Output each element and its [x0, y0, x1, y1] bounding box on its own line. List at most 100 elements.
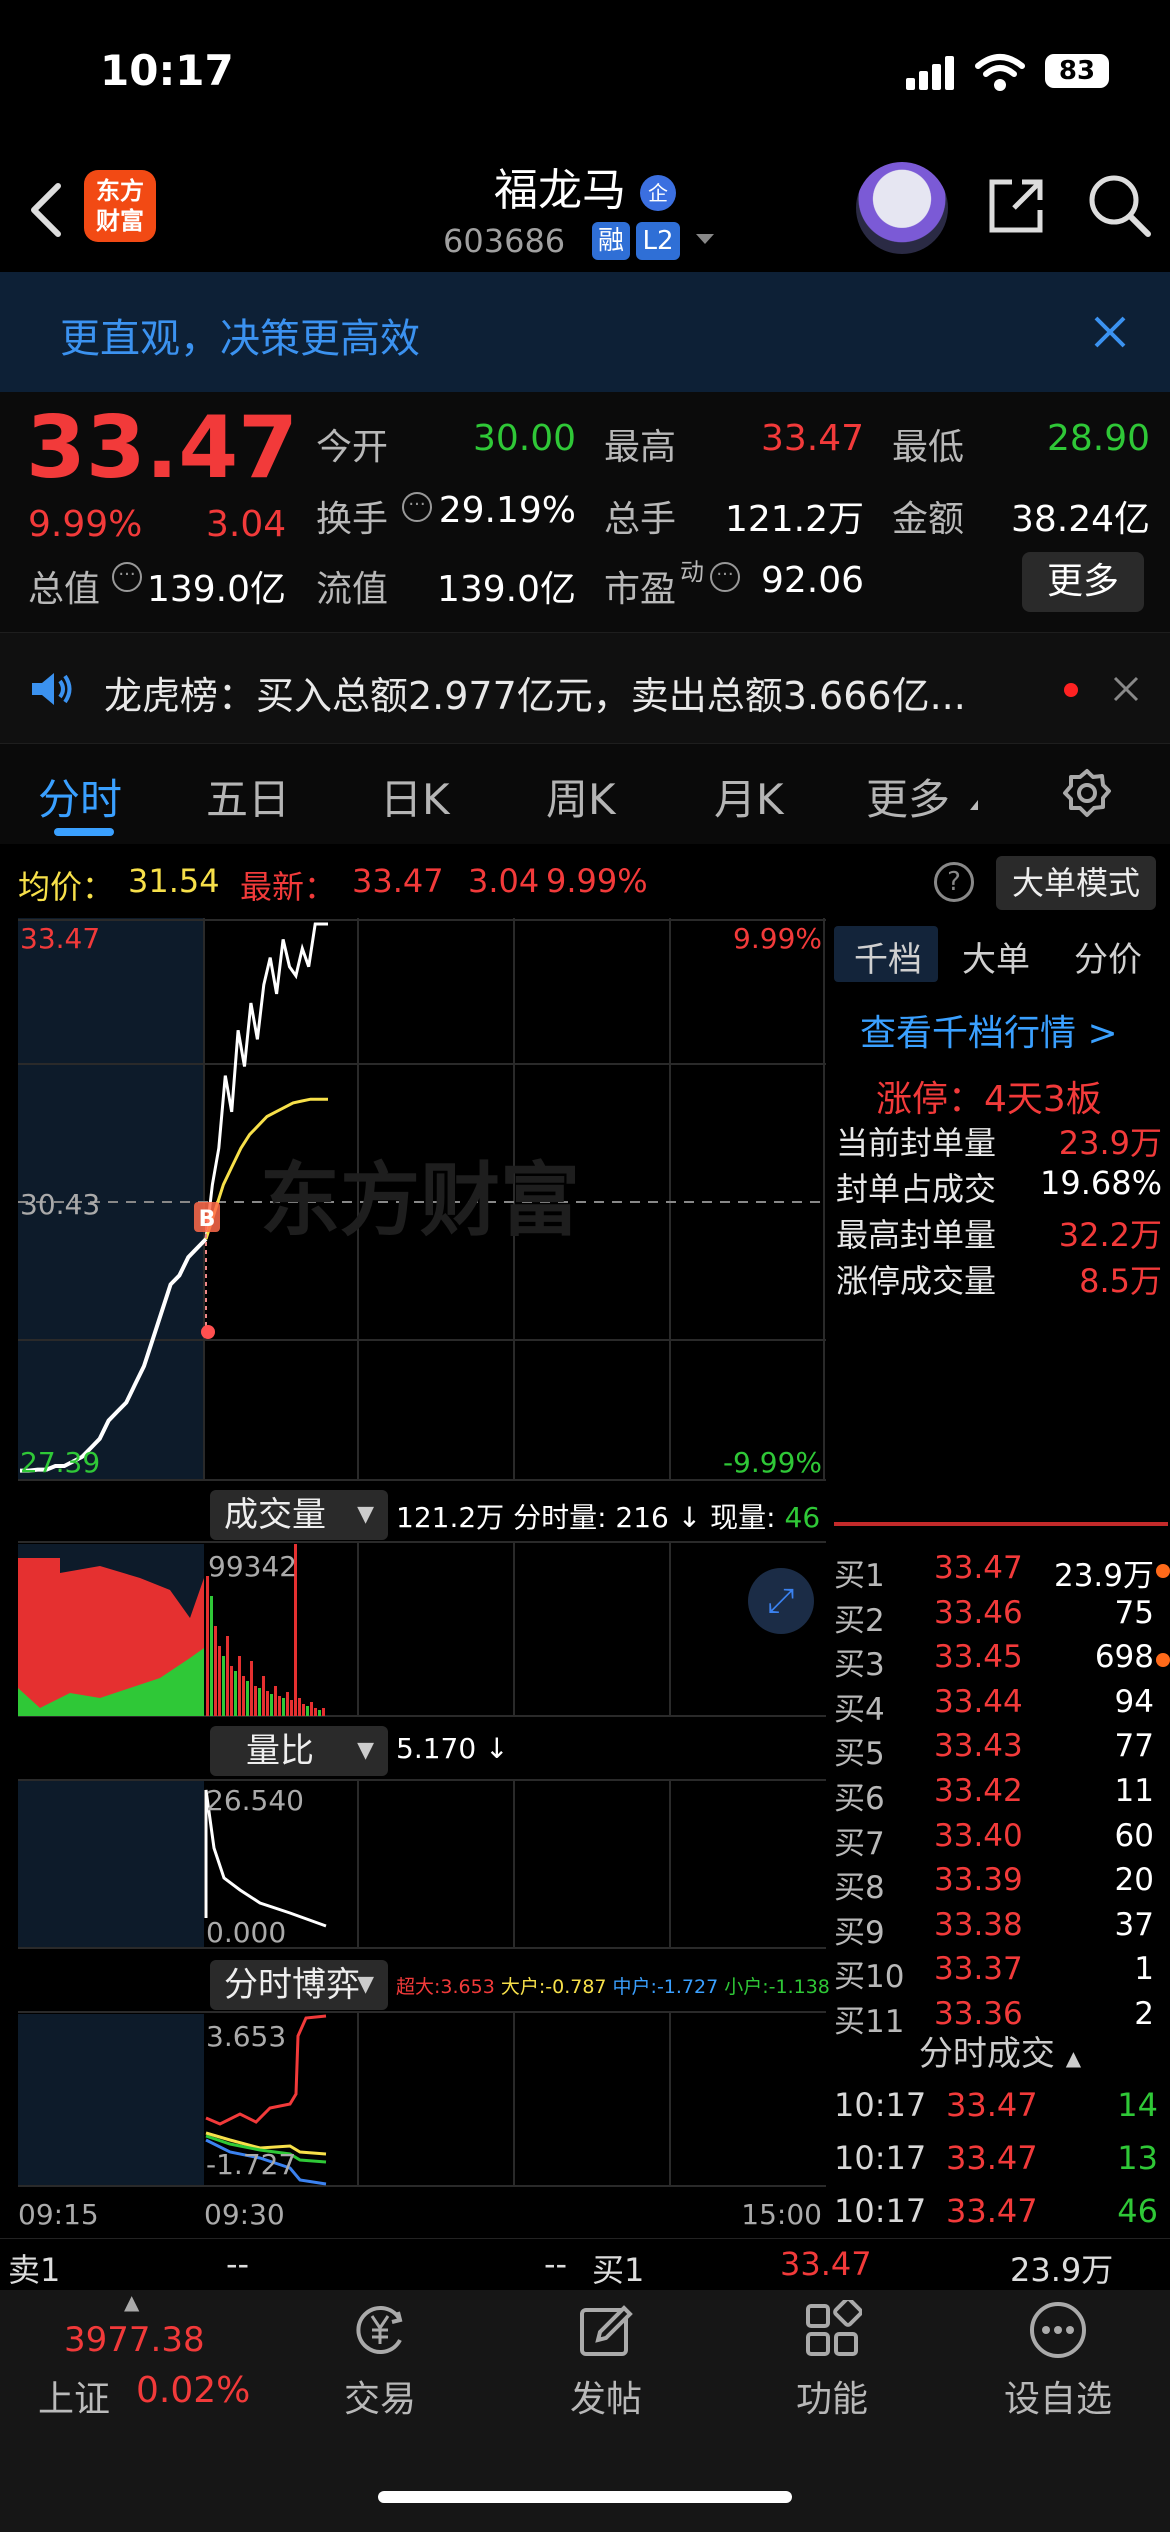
- stat-label: 封单占成交: [836, 1170, 997, 1208]
- close-icon[interactable]: [1112, 675, 1140, 703]
- battery-indicator: 83: [1045, 54, 1109, 88]
- amount-label: 金额: [892, 499, 965, 540]
- promo-banner[interactable]: 更直观，决策更高效: [0, 272, 1170, 392]
- bid-row[interactable]: 买7 33.40 60: [834, 1818, 1166, 1862]
- amount-value: 38.24亿: [1010, 499, 1150, 540]
- index-name: 上证: [38, 2379, 111, 2420]
- high-label: 最高: [604, 427, 677, 468]
- volume-bar: [230, 1666, 233, 1716]
- chevron-down-icon: ▼: [357, 1972, 374, 1997]
- volume-bar: [314, 1708, 317, 1716]
- tab-daily-k[interactable]: 日K: [380, 766, 450, 827]
- buy1-price: 33.47: [780, 2245, 872, 2283]
- expand-icon[interactable]: ⤢: [748, 1568, 814, 1634]
- more-button[interactable]: 更多: [1022, 552, 1144, 612]
- ratio-min-label: 0.000: [206, 1916, 286, 1949]
- low-value: 28.90: [1046, 418, 1150, 459]
- stat-value: 23.9万: [1058, 1124, 1162, 1162]
- bid-row[interactable]: 买5 33.43 77: [834, 1728, 1166, 1772]
- tab-price-distribution[interactable]: 分价: [1074, 932, 1142, 981]
- bid-row[interactable]: 买3 33.45 698: [834, 1639, 1170, 1683]
- close-icon[interactable]: [1092, 314, 1128, 350]
- bid-row[interactable]: 买1 33.47 23.9万: [834, 1550, 1170, 1594]
- view-levels-link[interactable]: 查看千档行情 >: [860, 1004, 1118, 1056]
- stat-value: 19.68%: [1039, 1164, 1162, 1202]
- chevron-up-icon: ▲: [124, 2290, 140, 2314]
- help-icon[interactable]: ?: [934, 862, 974, 902]
- bid-row[interactable]: 买8 33.39 20: [834, 1862, 1166, 1906]
- bid-price: 33.39: [934, 1862, 1023, 1899]
- info-icon[interactable]: ···: [112, 562, 142, 592]
- stock-name: 福龙马: [494, 165, 626, 216]
- stock-code: 603686: [443, 222, 566, 260]
- index-ticker[interactable]: ▲ 3977.38 上证 0.02%: [20, 2290, 260, 2450]
- trade-price: 33.47: [946, 2139, 1038, 2177]
- bid-row[interactable]: 买2 33.46 75: [834, 1595, 1166, 1639]
- volume-ratio-select[interactable]: 量比 ▼: [210, 1726, 388, 1776]
- volume-bar: [270, 1694, 273, 1716]
- chevron-down-icon[interactable]: [696, 234, 714, 244]
- sell1-volume: --: [544, 2245, 568, 2283]
- status-time: 10:17: [100, 46, 234, 95]
- bid-row[interactable]: 买9 33.38 37: [834, 1907, 1166, 1951]
- turnover-value: 29.19%: [438, 490, 576, 531]
- tab-monthly-k[interactable]: 月K: [714, 766, 784, 827]
- notice-bar[interactable]: 龙虎榜：买入总额2.977亿元，卖出总额3.666亿...: [0, 632, 1170, 744]
- info-icon[interactable]: ···: [710, 562, 740, 592]
- volume-max-label: 99342: [208, 1550, 297, 1583]
- tab-five-day[interactable]: 五日: [206, 766, 290, 827]
- level2-tag: L2: [636, 222, 680, 260]
- x-tick-start: 09:15: [18, 2198, 99, 2231]
- bid-label: 买6: [834, 1781, 885, 1817]
- share-icon[interactable]: [984, 174, 1048, 238]
- gear-icon[interactable]: [1062, 768, 1112, 818]
- y-min-label: 27.39: [20, 1446, 100, 1479]
- volume-bar: [322, 1708, 325, 1716]
- info-icon[interactable]: ···: [402, 492, 432, 522]
- stat-row: 封单占成交 19.68%: [836, 1164, 1162, 1210]
- volume-bar: [206, 1576, 209, 1716]
- trades-header[interactable]: 分时成交 ▲: [834, 2026, 1166, 2075]
- trade-volume: 13: [1117, 2139, 1158, 2177]
- tab-intraday[interactable]: 分时: [38, 766, 122, 827]
- order-dot: [1156, 1653, 1170, 1668]
- intraday-chart[interactable]: 东方财富 B 33.47 30.43 27.39 9.99% -9.99% 99…: [0, 918, 826, 2238]
- bid-row[interactable]: 买4 33.44 94: [834, 1684, 1166, 1728]
- bid-price: 33.43: [934, 1728, 1023, 1765]
- volume-bar: [302, 1704, 305, 1716]
- open-value: 30.00: [472, 418, 576, 459]
- pe-superscript: 动: [680, 558, 704, 586]
- home-indicator: [378, 2491, 792, 2503]
- notice-text: 龙虎榜：买入总额2.977亿元，卖出总额3.666亿...: [104, 674, 966, 718]
- search-icon[interactable]: [1086, 172, 1152, 238]
- tab-thousand-levels[interactable]: 千档: [854, 932, 922, 981]
- buy-point: [201, 1325, 215, 1339]
- unread-dot: [1064, 683, 1078, 697]
- bid-price: 33.46: [934, 1594, 1023, 1631]
- buy-marker-text: B: [199, 1207, 216, 1232]
- game-readout: 超大:3.653 大户:-0.787 中户:-1.727 小户:-1.138: [396, 1972, 830, 1999]
- pe-value: 92.06: [760, 560, 864, 601]
- trades-title: 分时成交: [918, 2034, 1055, 2074]
- trade-price: 33.47: [946, 2192, 1038, 2230]
- volume-bar: [218, 1646, 221, 1716]
- volume-bar: [222, 1656, 225, 1716]
- avg-price-value: 31.54: [128, 862, 220, 900]
- game-indicator-select[interactable]: 分时博弈 ▼: [210, 1960, 388, 2010]
- volume-bar: [242, 1676, 245, 1716]
- tab-weekly-k[interactable]: 周K: [546, 766, 616, 827]
- robot-assistant-icon[interactable]: [856, 162, 948, 254]
- bid-row[interactable]: 买10 33.37 1: [834, 1951, 1166, 1995]
- order-dot: [1156, 1564, 1170, 1578]
- tab-big-orders[interactable]: 大单: [962, 932, 1030, 981]
- tab-more[interactable]: 更多: [866, 766, 950, 827]
- big-order-mode-button[interactable]: 大单模式: [996, 856, 1156, 910]
- volume-indicator-select[interactable]: 成交量 ▼: [210, 1490, 388, 1540]
- bid-row[interactable]: 买6 33.42 11: [834, 1773, 1166, 1817]
- game-pre-shading: [18, 2014, 204, 2186]
- volume-bar: [278, 1696, 281, 1716]
- status-bar: 10:17 83: [0, 0, 1170, 140]
- volume-value: 121.2万: [724, 499, 864, 540]
- right-panel: 千档 大单 分价 查看千档行情 > 涨停：4天3板 当前封单量 23.9万 封单…: [826, 918, 1170, 2238]
- change-amount: 3.04: [206, 504, 287, 545]
